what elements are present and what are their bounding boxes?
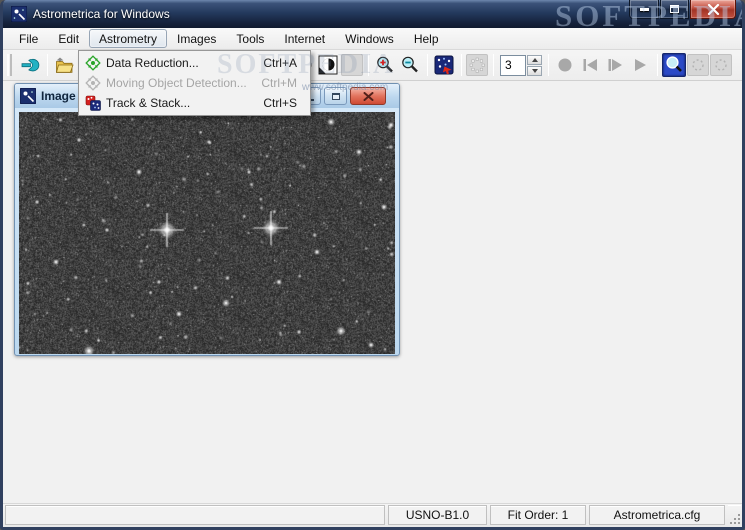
toolbar-separator xyxy=(47,54,48,76)
close-button[interactable] xyxy=(690,0,736,19)
app-window: Astrometrica for Windows File Edit Astro… xyxy=(0,0,745,530)
blink-interval-spinbox xyxy=(500,55,542,76)
menu-item-label: Data Reduction... xyxy=(106,56,263,70)
zoom-out-magnifier-icon xyxy=(400,55,420,75)
status-panel-message xyxy=(5,505,385,525)
track-stack-icon xyxy=(80,95,106,111)
toolbar-separator xyxy=(493,54,494,76)
maximize-icon xyxy=(332,93,340,100)
down-arrow-icon xyxy=(532,69,538,73)
disabled-tool-button-1 xyxy=(341,54,363,76)
wrench-settings-icon xyxy=(20,55,40,75)
spin-down-button[interactable] xyxy=(527,66,542,76)
blink-button[interactable] xyxy=(432,53,456,77)
zoom-in-button[interactable] xyxy=(373,53,397,77)
dotted-circle-icon xyxy=(690,57,706,73)
menu-item-moving-object-detection: Moving Object Detection... Ctrl+M xyxy=(80,73,309,93)
contrast-icon xyxy=(318,55,338,75)
titlebar[interactable]: Astrometrica for Windows xyxy=(3,0,742,28)
record-button-disabled xyxy=(553,53,577,77)
disabled-tool-button-2 xyxy=(687,54,709,76)
menu-edit[interactable]: Edit xyxy=(48,29,89,48)
menu-help[interactable]: Help xyxy=(404,29,449,48)
menu-item-label: Track & Stack... xyxy=(106,96,263,110)
app-icon xyxy=(11,6,27,22)
play-button-disabled xyxy=(628,53,652,77)
record-circle-icon xyxy=(555,55,575,75)
step-back-icon xyxy=(580,55,600,75)
menu-tools[interactable]: Tools xyxy=(226,29,274,48)
spin-up-button[interactable] xyxy=(527,55,542,65)
image-maximize-button[interactable] xyxy=(324,87,347,105)
statusbar: USNO-B1.0 Fit Order: 1 Astrometrica.cfg xyxy=(3,503,742,527)
open-folder-icon xyxy=(54,55,74,75)
step-forward-icon xyxy=(605,55,625,75)
menu-astrometry[interactable]: Astrometry xyxy=(89,29,167,48)
zoom-in-magnifier-icon xyxy=(375,55,395,75)
contrast-button[interactable] xyxy=(316,53,340,77)
close-icon xyxy=(363,92,374,101)
menubar: File Edit Astrometry Images Tools Intern… xyxy=(3,28,742,50)
toolbar-gripper[interactable] xyxy=(7,54,12,76)
magnifier-tool-button-active[interactable] xyxy=(662,53,686,77)
blink-stars-icon xyxy=(434,55,454,75)
toolbar-separator xyxy=(461,54,462,76)
spin-value-input[interactable] xyxy=(500,55,526,76)
window-title: Astrometrica for Windows xyxy=(33,7,170,21)
status-panel-catalog: USNO-B1.0 xyxy=(388,505,487,525)
crosshair-target-icon-disabled xyxy=(80,75,106,91)
menu-item-shortcut: Ctrl+A xyxy=(263,56,309,70)
starfield-canvas[interactable] xyxy=(19,112,395,354)
toolbar-separator xyxy=(368,54,369,76)
settings-button[interactable] xyxy=(18,53,42,77)
status-panel-config-file: Astrometrica.cfg xyxy=(589,505,725,525)
image-window-body xyxy=(15,108,399,359)
menu-item-track-and-stack[interactable]: Track & Stack... Ctrl+S xyxy=(80,93,309,113)
image-window-icon xyxy=(20,88,36,104)
astrometry-menu-popup: Data Reduction... Ctrl+A Moving Object D… xyxy=(78,50,311,116)
toolbar-separator xyxy=(657,54,658,76)
play-icon xyxy=(630,55,650,75)
menu-item-shortcut: Ctrl+S xyxy=(263,96,309,110)
menu-images[interactable]: Images xyxy=(167,29,226,48)
step-forward-button-disabled xyxy=(603,53,627,77)
mdi-client-area: Image xyxy=(3,81,742,503)
toolbar-separator xyxy=(548,54,549,76)
disabled-tool-button-3 xyxy=(710,54,732,76)
status-panel-fit-order: Fit Order: 1 xyxy=(490,505,586,525)
toolbar-separator xyxy=(427,54,428,76)
maximize-button[interactable] xyxy=(660,0,689,19)
minimize-button[interactable] xyxy=(629,0,659,19)
zoom-out-button[interactable] xyxy=(398,53,422,77)
star-ring-disabled-icon xyxy=(467,55,487,75)
open-image-button[interactable] xyxy=(52,53,76,77)
close-icon xyxy=(707,4,720,15)
image-close-button[interactable] xyxy=(350,87,386,105)
image-child-window: Image xyxy=(14,83,400,356)
minimize-icon xyxy=(640,8,649,11)
caption-buttons xyxy=(629,0,736,19)
menu-internet[interactable]: Internet xyxy=(274,29,335,48)
magnifier-tool-icon xyxy=(664,55,684,75)
crosshair-target-icon xyxy=(80,55,106,71)
maximize-icon xyxy=(670,5,679,13)
resize-grip[interactable] xyxy=(728,505,741,525)
step-back-button-disabled xyxy=(578,53,602,77)
dotted-circle-icon xyxy=(713,57,729,73)
menu-file[interactable]: File xyxy=(9,29,48,48)
menu-item-shortcut: Ctrl+M xyxy=(261,76,309,90)
up-arrow-icon xyxy=(532,58,538,62)
resize-grip-icon xyxy=(729,513,741,525)
disabled-stack-button xyxy=(466,54,488,76)
menu-item-label: Moving Object Detection... xyxy=(106,76,261,90)
menu-item-data-reduction[interactable]: Data Reduction... Ctrl+A xyxy=(80,53,309,73)
image-window-title: Image xyxy=(41,89,76,103)
menu-windows[interactable]: Windows xyxy=(335,29,404,48)
